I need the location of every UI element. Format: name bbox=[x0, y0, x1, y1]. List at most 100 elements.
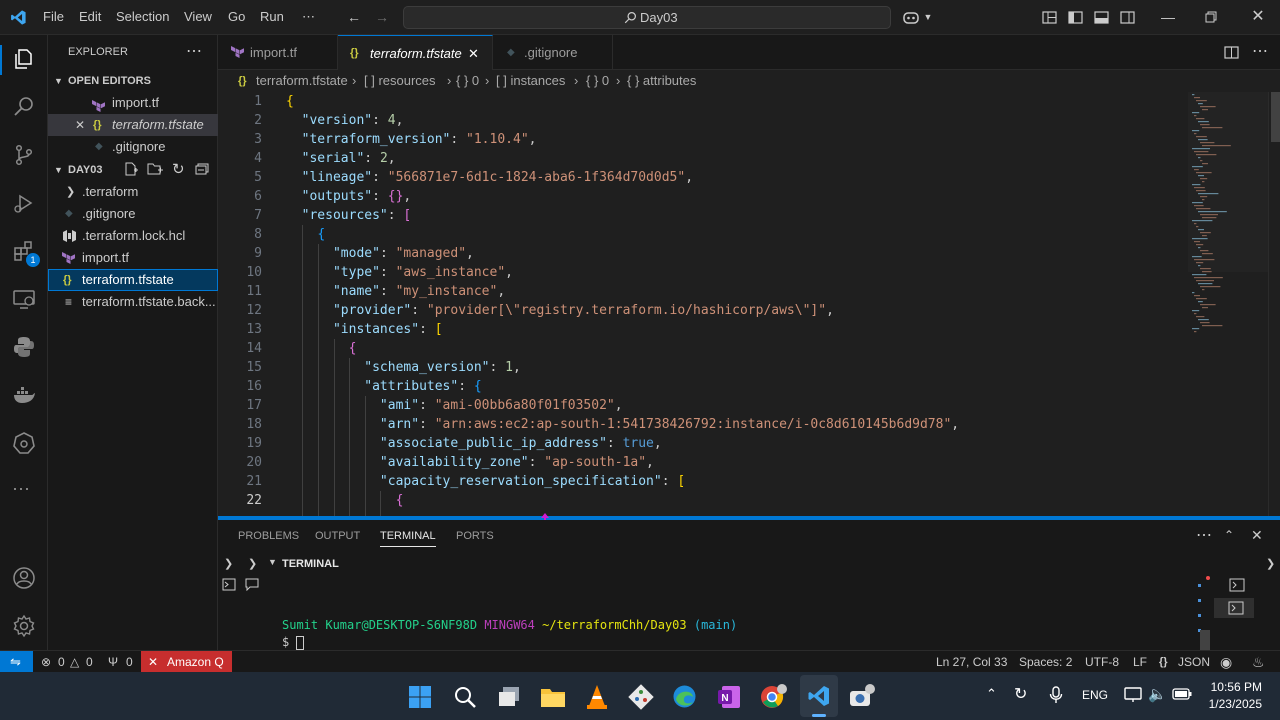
open-editors-header[interactable]: ▼ OPEN EDITORS bbox=[48, 70, 218, 92]
windows-start-icon[interactable] bbox=[408, 685, 432, 709]
tab-terraform-tfstate[interactable]: {} terraform.tfstate ✕ bbox=[338, 35, 493, 70]
menu-view[interactable]: View bbox=[184, 9, 212, 24]
collapse-all-icon[interactable] bbox=[195, 163, 209, 176]
toggle-secondary-sidebar-icon[interactable] bbox=[1120, 10, 1135, 25]
tree-item-terraform-folder[interactable]: ❯ .terraform bbox=[48, 181, 218, 203]
tab-import-tf[interactable]: import.tf bbox=[218, 35, 338, 70]
code-editor[interactable]: 1 {2 "version": 4, 3 "terraform_version": … bbox=[218, 92, 1280, 518]
tree-item-terraform-lock[interactable]: .terraform.lock.hcl bbox=[48, 225, 218, 247]
panel-tab-output[interactable]: OUTPUT bbox=[315, 530, 360, 542]
terminal-instance-active[interactable] bbox=[1214, 598, 1254, 618]
remote-explorer-icon[interactable] bbox=[12, 287, 36, 311]
breadcrumb-item[interactable]: { } 0 bbox=[586, 70, 609, 92]
close-window-icon[interactable]: ✕ bbox=[1250, 9, 1266, 25]
open-editor-gitignore[interactable]: ◆ .gitignore bbox=[48, 136, 218, 158]
indentation[interactable]: Spaces: 2 bbox=[1019, 651, 1072, 673]
breadcrumb-item[interactable]: { } attributes bbox=[627, 70, 696, 92]
customize-layout-icon[interactable] bbox=[1042, 10, 1057, 25]
source-control-icon[interactable] bbox=[12, 143, 36, 167]
terminal-instance-icon[interactable] bbox=[1229, 578, 1245, 592]
tree-item-import-tf[interactable]: import.tf bbox=[48, 247, 218, 269]
explorer-icon[interactable] bbox=[12, 47, 36, 71]
close-editor-icon[interactable]: ✕ bbox=[75, 114, 85, 136]
explorer-more-icon[interactable]: ⋯ bbox=[186, 41, 202, 61]
tree-item-terraform-tfstate[interactable]: {} terraform.tfstate bbox=[48, 269, 218, 291]
menu-go[interactable]: Go bbox=[228, 9, 245, 24]
search-icon[interactable] bbox=[12, 95, 36, 119]
kubernetes-icon[interactable] bbox=[12, 431, 36, 455]
encoding[interactable]: UTF-8 bbox=[1085, 651, 1119, 673]
terminal-input-line[interactable]: $ bbox=[282, 635, 304, 650]
editor-more-icon[interactable]: ⋯ bbox=[1252, 41, 1268, 61]
task-view-icon[interactable] bbox=[497, 685, 521, 709]
breadcrumb-item[interactable]: [ ] resources bbox=[364, 70, 436, 92]
chevron-right-icon[interactable]: ❯ bbox=[1266, 557, 1275, 570]
scrollbar-thumb[interactable] bbox=[1271, 92, 1280, 142]
breadcrumb-item[interactable]: terraform.tfstate bbox=[256, 70, 348, 92]
remote-indicator[interactable]: ⇋ bbox=[0, 651, 33, 673]
tree-item-tfstate-backup[interactable]: ≡ terraform.tfstate.back... bbox=[48, 291, 218, 313]
end-of-line[interactable]: LF bbox=[1133, 651, 1147, 673]
onenote-icon[interactable]: N bbox=[716, 684, 742, 710]
chat-icon[interactable] bbox=[245, 578, 259, 591]
python-icon[interactable] bbox=[12, 335, 36, 359]
toggle-sidebar-icon[interactable] bbox=[1068, 10, 1083, 25]
open-editor-terraform-tfstate[interactable]: ✕ {} terraform.tfstate bbox=[48, 114, 218, 136]
tree-item-gitignore[interactable]: ◆ .gitignore bbox=[48, 203, 218, 225]
menu-more[interactable]: ⋯ bbox=[302, 9, 315, 25]
panel-tab-ports[interactable]: PORTS bbox=[456, 530, 494, 542]
forward-arrow-icon[interactable]: → bbox=[374, 9, 390, 25]
chevron-down-icon[interactable]: ▼ bbox=[268, 557, 277, 567]
maximize-panel-icon[interactable]: ⌃ bbox=[1224, 528, 1234, 542]
edge-browser-icon[interactable] bbox=[672, 684, 697, 709]
display-icon[interactable] bbox=[1124, 686, 1142, 704]
copilot-icon[interactable] bbox=[902, 10, 920, 25]
close-tab-icon[interactable]: ✕ bbox=[468, 36, 479, 71]
panel-more-icon[interactable]: ⋯ bbox=[1196, 525, 1212, 545]
camera-app-icon[interactable] bbox=[848, 684, 876, 710]
volume-icon[interactable]: 🔈 bbox=[1148, 685, 1167, 703]
menu-file[interactable]: File bbox=[43, 9, 64, 24]
menu-selection[interactable]: Selection bbox=[116, 9, 169, 24]
system-tray-chevron-icon[interactable]: ⌃ bbox=[986, 686, 997, 702]
panel-tab-terminal[interactable]: TERMINAL bbox=[380, 530, 436, 547]
menu-run[interactable]: Run bbox=[260, 9, 284, 24]
toggle-panel-icon[interactable] bbox=[1094, 10, 1109, 25]
cursor-position[interactable]: Ln 27, Col 33 bbox=[936, 651, 1007, 673]
notifications-bell-icon[interactable]: ♨ bbox=[1252, 651, 1265, 673]
sync-icon[interactable]: ↻ bbox=[1014, 684, 1027, 704]
close-panel-icon[interactable]: ✕ bbox=[1251, 527, 1263, 544]
chevron-right-icon[interactable]: ❯ bbox=[224, 557, 233, 570]
refresh-icon[interactable]: ↻ bbox=[172, 160, 185, 178]
panel-tab-problems[interactable]: PROBLEMS bbox=[238, 530, 299, 542]
command-center-search[interactable]: Day03 bbox=[403, 6, 891, 29]
docker-icon[interactable] bbox=[12, 383, 36, 407]
battery-icon[interactable] bbox=[1172, 688, 1192, 700]
editor-scrollbar[interactable] bbox=[1268, 92, 1280, 518]
account-icon[interactable] bbox=[12, 566, 36, 590]
restore-icon[interactable] bbox=[1205, 11, 1217, 23]
minimize-icon[interactable]: — bbox=[1160, 9, 1176, 25]
breadcrumb-item[interactable]: [ ] instances bbox=[496, 70, 565, 92]
amazon-q-status[interactable]: ✕ Amazon Q bbox=[141, 651, 232, 673]
terminal-scrollbar[interactable] bbox=[1200, 630, 1210, 650]
vscode-taskbar-active[interactable] bbox=[800, 675, 838, 717]
terminal-output[interactable]: Sumit Kumar@DESKTOP-S6NF98D MINGW64 ~/te… bbox=[262, 576, 1212, 650]
new-folder-icon[interactable] bbox=[147, 162, 163, 176]
more-views-icon[interactable]: ⋯ bbox=[12, 479, 31, 500]
clock-date[interactable]: 1/23/2025 bbox=[1202, 697, 1262, 711]
chrome-browser-icon[interactable] bbox=[760, 684, 788, 710]
minimap[interactable] bbox=[1188, 92, 1268, 352]
terminal-action-icon[interactable] bbox=[222, 578, 236, 591]
copilot-status-icon[interactable]: ◉ bbox=[1220, 651, 1232, 673]
open-editor-import-tf[interactable]: import.tf bbox=[48, 92, 218, 114]
split-editor-icon[interactable] bbox=[1224, 45, 1239, 60]
chevron-right-icon[interactable]: ❯ bbox=[248, 557, 257, 570]
settings-gear-icon[interactable] bbox=[12, 614, 36, 638]
microphone-icon[interactable] bbox=[1049, 686, 1063, 704]
clock-time[interactable]: 10:56 PM bbox=[1210, 680, 1262, 694]
language-mode[interactable]: JSON bbox=[1178, 651, 1210, 673]
menu-edit[interactable]: Edit bbox=[79, 9, 101, 24]
chevron-down-icon[interactable]: ▼ bbox=[920, 9, 936, 25]
taskbar-search-icon[interactable] bbox=[453, 685, 477, 709]
